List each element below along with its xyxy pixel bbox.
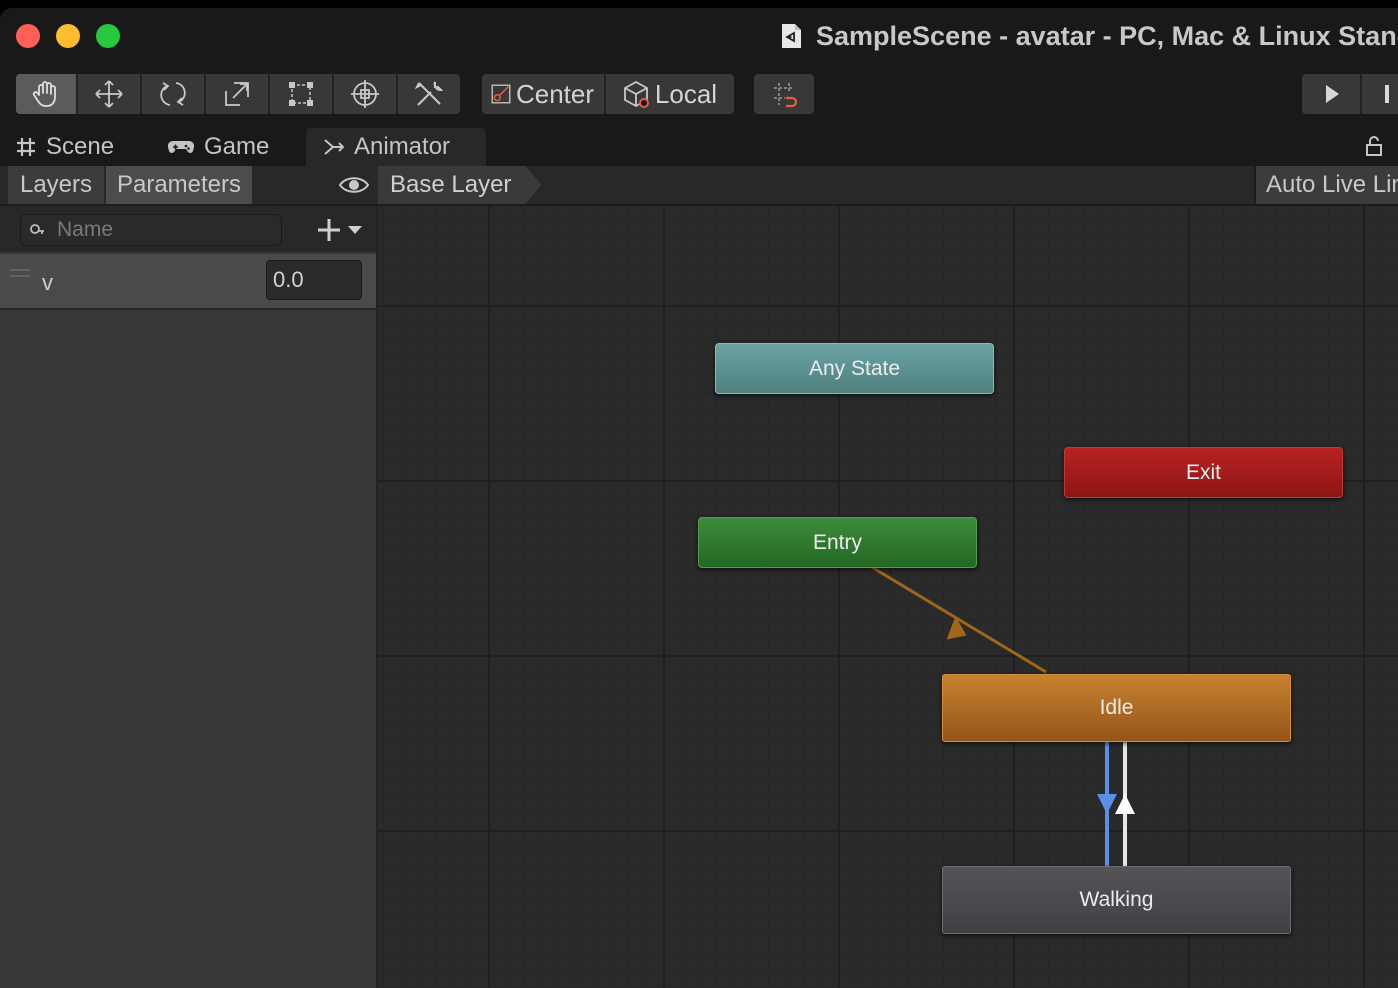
state-walking-label: Walking	[1079, 888, 1154, 911]
state-walking[interactable]: Walking	[942, 866, 1291, 934]
state-any-state-label: Any State	[808, 356, 901, 380]
scale-tool-button[interactable]	[206, 74, 270, 114]
pivot-center-button[interactable]: Center	[482, 74, 606, 114]
transform-gizmo-icon	[351, 80, 379, 108]
grid-snap-icon	[774, 83, 798, 108]
parameters-search	[20, 214, 282, 246]
state-entry-label: Entry	[812, 530, 862, 554]
pause-button[interactable]	[1362, 74, 1398, 114]
play-button[interactable]	[1302, 74, 1362, 114]
animator-header: Layers Parameters Base Layer Auto Live L…	[0, 166, 1398, 206]
state-exit[interactable]: Exit	[1064, 447, 1343, 498]
hand-tool-button[interactable]	[16, 74, 78, 114]
scale-icon	[225, 82, 249, 106]
transform-tool-button[interactable]	[334, 74, 398, 114]
state-entry[interactable]: Entry	[698, 517, 977, 568]
rotate-tool-button[interactable]	[142, 74, 206, 114]
auto-live-link-toggle[interactable]: Auto Live Link	[1254, 166, 1398, 204]
maximize-window-button[interactable]	[96, 24, 120, 48]
walking-to-idle-transition[interactable]	[1115, 734, 1135, 866]
local-space-cube-icon	[624, 81, 649, 108]
tab-parameters-label: Parameters	[116, 171, 242, 198]
tab-game[interactable]: Game	[166, 128, 269, 166]
idle-to-walking-transition[interactable]	[1097, 734, 1117, 866]
window-title-text: SampleScene - avatar - PC, Mac & Linux S…	[816, 20, 1398, 51]
play-icon	[1326, 85, 1339, 103]
tab-animator-label: Animator	[354, 133, 451, 160]
tab-animator[interactable]: Animator	[306, 128, 486, 166]
scene-grid-icon	[17, 138, 35, 156]
breadcrumb-base-layer: Base Layer	[390, 171, 512, 198]
custom-tools-button[interactable]	[398, 74, 460, 114]
breadcrumb[interactable]: Base Layer	[378, 166, 541, 204]
entry-to-idle-transition[interactable]	[859, 558, 1047, 674]
tab-layers[interactable]: Layers	[8, 166, 104, 204]
space-local-button[interactable]: Local	[606, 74, 734, 114]
unity-editor-window: SampleScene - avatar - PC, Mac & Linux S…	[0, 8, 1398, 988]
tab-scene-label: Scene	[46, 133, 115, 160]
state-machine-graph[interactable]: Any State Exit Entry Idle Walking	[378, 206, 1398, 988]
rotate-icon	[160, 82, 186, 106]
search-input[interactable]	[57, 218, 257, 242]
tab-game-label: Game	[204, 133, 270, 160]
tab-parameters[interactable]: Parameters	[106, 166, 252, 204]
transform-tools	[16, 74, 460, 114]
tab-scene[interactable]: Scene	[14, 128, 114, 166]
plus-icon	[318, 219, 340, 241]
handle-position-toggles: Center Local	[482, 74, 734, 114]
parameter-value-field[interactable]	[266, 260, 362, 300]
parameter-row[interactable]: v	[0, 254, 376, 310]
window-title: SampleScene - avatar - PC, Mac & Linux S…	[780, 18, 1398, 54]
auto-live-link-label: Auto Live Link	[1266, 171, 1398, 198]
close-window-button[interactable]	[16, 24, 40, 48]
play-controls	[1302, 74, 1398, 114]
parameters-panel: v	[0, 206, 378, 988]
editor-tabs: Scene Game Animator	[0, 128, 1398, 166]
gamepad-icon	[167, 140, 195, 153]
tab-layers-label: Layers	[19, 171, 93, 198]
eye-icon[interactable]	[338, 174, 370, 196]
main-toolbar: Center Local	[0, 64, 1398, 128]
move-icon	[95, 80, 123, 108]
pivot-label: Center	[515, 78, 594, 109]
parameters-search-row	[0, 206, 376, 252]
move-tool-button[interactable]	[78, 74, 142, 114]
state-idle[interactable]: Idle	[942, 674, 1291, 742]
title-bar: SampleScene - avatar - PC, Mac & Linux S…	[0, 8, 1398, 64]
chevron-down-icon	[348, 226, 362, 234]
search-icon	[30, 224, 44, 234]
state-any-state[interactable]: Any State	[715, 343, 994, 394]
grid-snap-button[interactable]	[754, 74, 814, 114]
state-exit-label: Exit	[1185, 460, 1221, 484]
hand-icon	[32, 81, 56, 107]
space-label: Local	[654, 78, 718, 109]
rect-transform-icon	[289, 82, 313, 106]
pause-icon	[1385, 85, 1389, 103]
minimize-window-button[interactable]	[56, 24, 80, 48]
add-parameter-button[interactable]	[316, 214, 370, 246]
lock-icon[interactable]	[1362, 134, 1386, 158]
unity-document-icon	[782, 24, 801, 48]
parameter-name[interactable]: v	[42, 270, 53, 296]
pivot-center-icon	[491, 84, 511, 104]
rect-tool-button[interactable]	[270, 74, 334, 114]
tools-icon	[414, 81, 444, 106]
drag-handle-icon[interactable]	[10, 268, 30, 278]
snap-group	[754, 74, 814, 114]
animator-icon	[324, 139, 345, 155]
state-idle-label: Idle	[1099, 696, 1134, 719]
